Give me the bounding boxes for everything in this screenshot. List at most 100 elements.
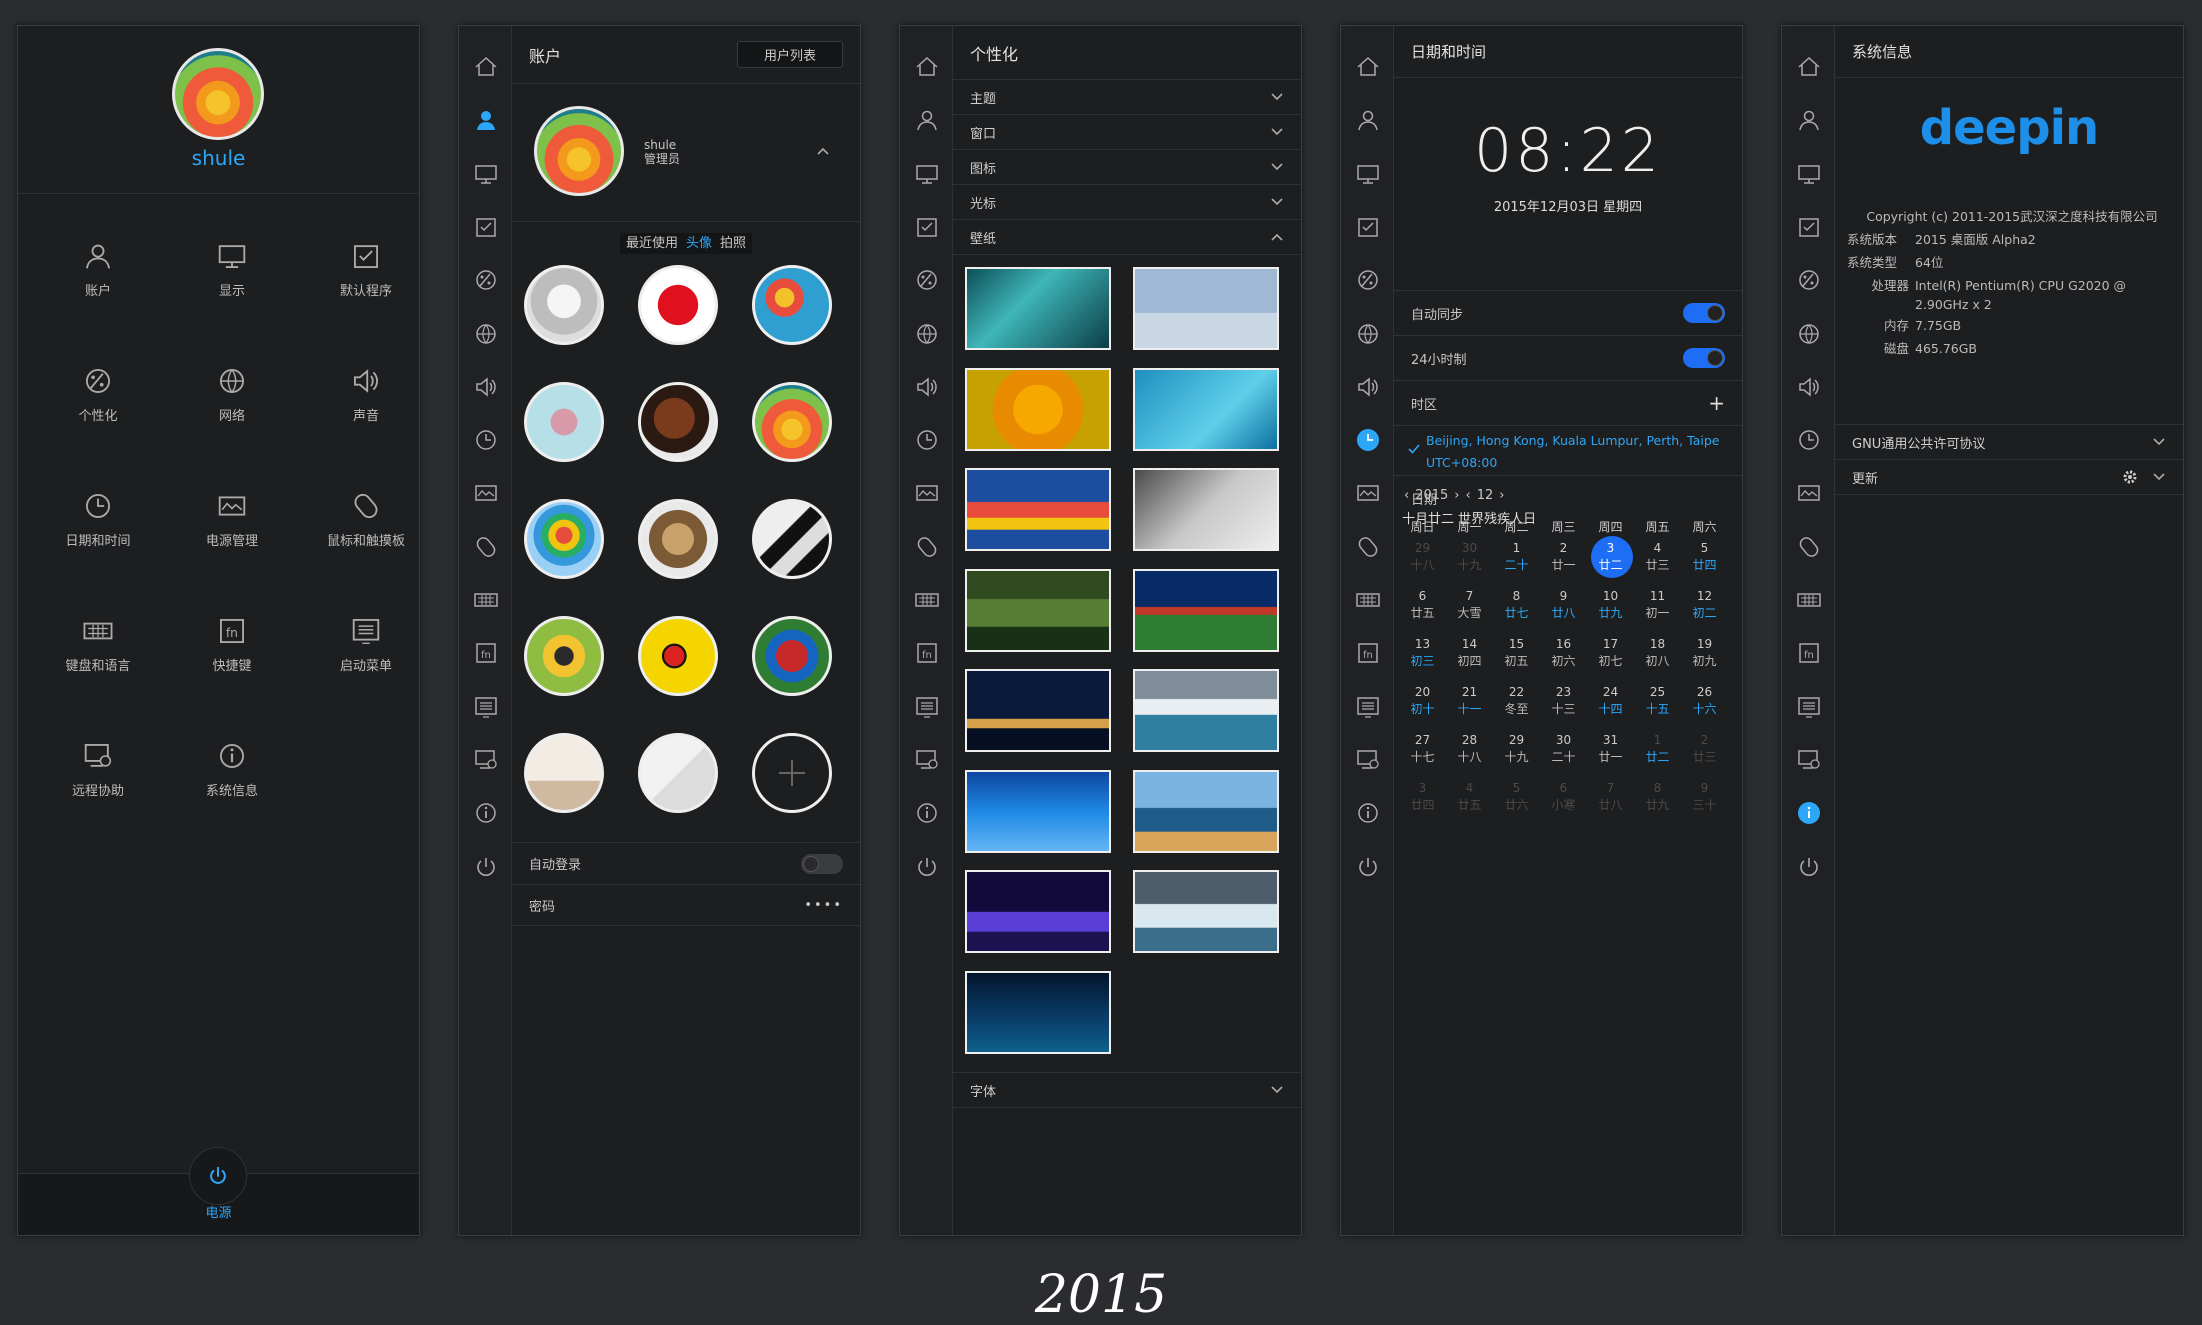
nav-display-icon[interactable]	[473, 161, 499, 187]
nav-info-icon[interactable]	[914, 800, 940, 826]
calendar-day[interactable]: 14 初四	[1446, 636, 1493, 684]
nav-display-icon[interactable]	[1796, 161, 1822, 187]
nav-sound-icon[interactable]	[1355, 374, 1381, 400]
tile-clock[interactable]: 日期和时间	[31, 490, 165, 615]
tile-default-apps[interactable]: 默认程序	[299, 240, 419, 365]
nav-default-apps-icon[interactable]	[473, 214, 499, 240]
avatar-option[interactable]	[638, 265, 718, 345]
nav-network-icon[interactable]	[1355, 321, 1381, 347]
calendar-day[interactable]: 7 廿八	[1587, 780, 1634, 828]
calendar-day[interactable]: 27 十七	[1399, 732, 1446, 780]
wallpaper-thumbnail[interactable]	[1133, 468, 1279, 551]
calendar-day[interactable]: 26 十六	[1681, 684, 1728, 732]
calendar-day[interactable]: 16 初六	[1540, 636, 1587, 684]
month-prev-icon[interactable]: ‹	[1466, 488, 1471, 503]
calendar-day[interactable]: 2 廿一	[1540, 540, 1587, 588]
calendar-day[interactable]: 20 初十	[1399, 684, 1446, 732]
power-button[interactable]	[189, 1147, 247, 1205]
gear-icon[interactable]	[2122, 469, 2138, 485]
nav-power-icon[interactable]	[914, 854, 940, 880]
add-avatar-button[interactable]	[752, 733, 832, 813]
calendar-day[interactable]: 23 十三	[1540, 684, 1587, 732]
wallpaper-thumbnail[interactable]	[965, 870, 1111, 953]
calendar-day[interactable]: 28 十八	[1446, 732, 1493, 780]
wallpaper-thumbnail[interactable]	[965, 267, 1111, 350]
year-prev-icon[interactable]: ‹	[1404, 488, 1409, 503]
nav-personalization-icon[interactable]	[473, 267, 499, 293]
update-row[interactable]: 更新	[1835, 460, 2183, 495]
wallpaper-thumbnail[interactable]	[965, 367, 1111, 451]
tile-info[interactable]: 系统信息	[165, 740, 299, 865]
calendar-day[interactable]: 5 廿六	[1493, 780, 1540, 828]
avatar-option[interactable]	[638, 616, 718, 696]
nav-default-apps-icon[interactable]	[1796, 214, 1822, 240]
calendar-day[interactable]: 1 廿二	[1634, 732, 1681, 780]
wallpaper-thumbnail[interactable]	[1133, 568, 1279, 652]
nav-mouse-icon[interactable]	[914, 534, 940, 560]
calendar-day-selected[interactable]: 3 廿二	[1587, 536, 1634, 588]
calendar-day[interactable]: 8 廿九	[1634, 780, 1681, 828]
nav-keyboard-icon[interactable]	[1355, 587, 1381, 613]
calendar-day[interactable]: 7 大雪	[1446, 588, 1493, 636]
user-avatar[interactable]	[534, 106, 624, 196]
nav-info-icon[interactable]	[1355, 800, 1381, 826]
nav-home-icon[interactable]	[1796, 54, 1822, 80]
calendar-day[interactable]: 5 廿四	[1681, 540, 1728, 588]
calendar-day[interactable]: 22 冬至	[1493, 684, 1540, 732]
nav-mouse-icon[interactable]	[473, 534, 499, 560]
nav-user-icon[interactable]	[1355, 107, 1381, 133]
nav-personalization-icon[interactable]	[1796, 267, 1822, 293]
nav-clock-icon[interactable]	[914, 427, 940, 453]
calendar-day[interactable]: 4 廿三	[1634, 540, 1681, 588]
nav-home-icon[interactable]	[473, 54, 499, 80]
wallpaper-thumbnail[interactable]	[1133, 367, 1279, 451]
nav-power-icon[interactable]	[473, 854, 499, 880]
timezone-item[interactable]: Beijing, Hong Kong, Kuala Lumpur, Perth,…	[1394, 426, 1742, 476]
nav-personalization-icon[interactable]	[914, 267, 940, 293]
nav-clock-icon[interactable]	[1355, 427, 1381, 453]
tab-avatar[interactable]: 头像	[679, 233, 718, 254]
avatar-option[interactable]	[638, 382, 718, 462]
calendar-day[interactable]: 31 廿一	[1587, 732, 1634, 780]
nav-clock-icon[interactable]	[1796, 427, 1822, 453]
wallpaper-thumbnail[interactable]	[1133, 769, 1279, 853]
nav-home-icon[interactable]	[1355, 54, 1381, 80]
tile-keyboard[interactable]: 键盘和语言	[31, 615, 165, 740]
tile-remote-assist[interactable]: 远程协助	[31, 740, 165, 865]
section-font[interactable]: 字体	[953, 1073, 1301, 1108]
avatar-option[interactable]	[524, 616, 604, 696]
calendar-day[interactable]: 24 十四	[1587, 684, 1634, 732]
wallpaper-thumbnail[interactable]	[1133, 870, 1279, 953]
nav-keyboard-icon[interactable]	[473, 587, 499, 613]
avatar-option[interactable]	[524, 382, 604, 462]
nav-power-management-icon[interactable]	[473, 480, 499, 506]
chevron-up-icon[interactable]	[816, 144, 830, 158]
auto-login-toggle[interactable]	[801, 853, 843, 874]
nav-remote-assist-icon[interactable]	[914, 747, 940, 773]
avatar-option[interactable]	[752, 499, 832, 579]
nav-sound-icon[interactable]	[1796, 374, 1822, 400]
nav-power-icon[interactable]	[1796, 854, 1822, 880]
nav-info-icon[interactable]	[473, 800, 499, 826]
avatar-option[interactable]	[752, 265, 832, 345]
calendar-day[interactable]: 11 初一	[1634, 588, 1681, 636]
nav-network-icon[interactable]	[473, 321, 499, 347]
calendar-day[interactable]: 29 十九	[1493, 732, 1540, 780]
nav-remote-assist-icon[interactable]	[1355, 747, 1381, 773]
nav-mouse-icon[interactable]	[1796, 534, 1822, 560]
password-row[interactable]: 密码 ••••	[512, 884, 860, 926]
calendar-day[interactable]: 10 廿九	[1587, 588, 1634, 636]
nav-sound-icon[interactable]	[914, 374, 940, 400]
avatar-option[interactable]	[638, 733, 718, 813]
calendar-day[interactable]: 9 廿八	[1540, 588, 1587, 636]
nav-default-apps-icon[interactable]	[1355, 214, 1381, 240]
section-4[interactable]: 壁纸	[953, 220, 1301, 255]
section-1[interactable]: 窗口	[953, 115, 1301, 150]
nav-shortcut-icon[interactable]: fn	[473, 640, 499, 666]
user-row[interactable]: shule 管理员	[512, 84, 860, 222]
tile-user[interactable]: 账户	[31, 240, 165, 365]
tab-recent[interactable]: 最近使用	[619, 233, 684, 254]
calendar-day[interactable]: 3 廿四	[1399, 780, 1446, 828]
calendar-day[interactable]: 30 二十	[1540, 732, 1587, 780]
calendar-day[interactable]: 18 初八	[1634, 636, 1681, 684]
